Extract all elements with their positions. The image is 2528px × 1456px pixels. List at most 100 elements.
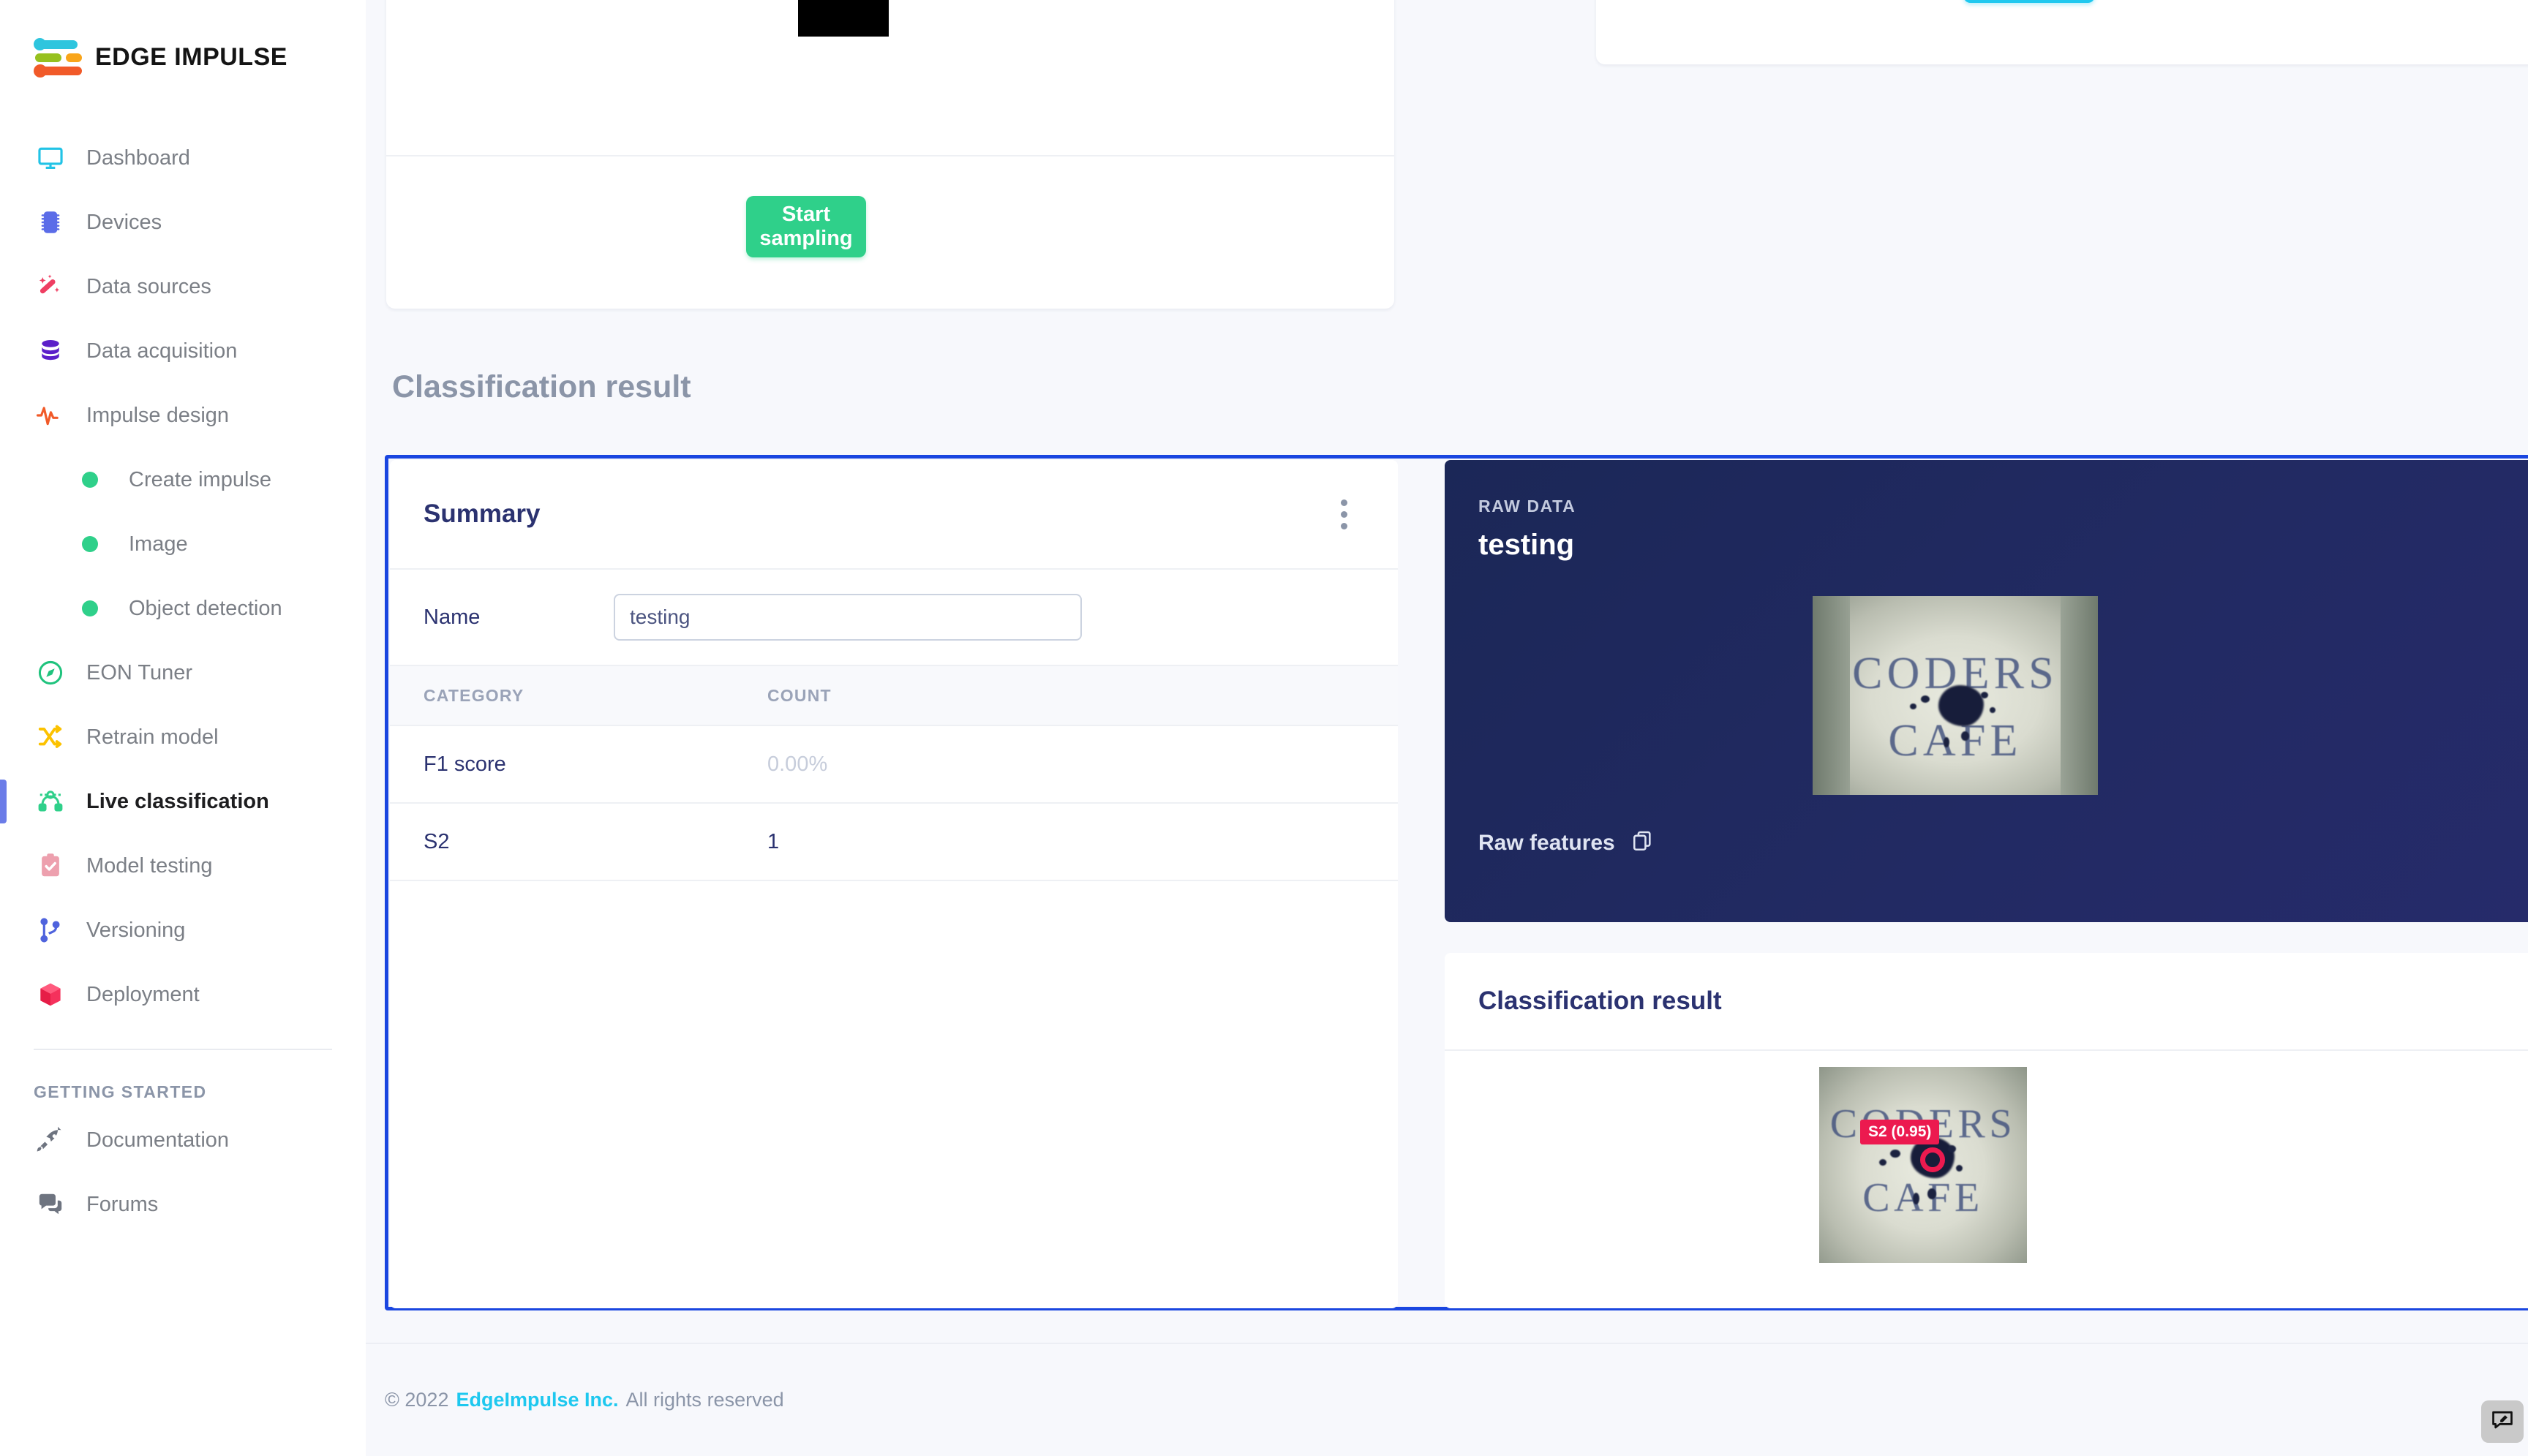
sidebar-subitem-create-impulse[interactable]: Create impulse xyxy=(0,448,366,512)
sidebar-subitem-image[interactable]: Image xyxy=(0,512,366,576)
sidebar-item-label: Forums xyxy=(86,1192,159,1216)
status-dot-icon xyxy=(82,472,98,488)
sidebar-item-model-testing[interactable]: Model testing xyxy=(0,834,366,898)
sidebar-item-label: Model testing xyxy=(86,853,213,878)
compass-icon xyxy=(34,659,67,687)
sidebar-item-label: Live classification xyxy=(86,789,269,813)
classification-result-card: Classification result CODERS CAFE xyxy=(1445,953,2528,1308)
sidebar-section-title: GETTING STARTED xyxy=(34,1082,207,1101)
database-icon xyxy=(34,337,67,365)
shuffle-icon xyxy=(34,723,67,751)
sidebar-item-data-sources[interactable]: Data sources xyxy=(0,254,366,319)
sidebar-item-retrain-model[interactable]: Retrain model xyxy=(0,705,366,769)
sidebar-item-impulse-design[interactable]: Impulse design xyxy=(0,383,366,448)
raw-features-link[interactable]: Raw features xyxy=(1478,829,1655,856)
sidebar-item-label: Data acquisition xyxy=(86,339,238,363)
nodes-icon xyxy=(34,788,67,815)
sampling-card: Start sampling xyxy=(386,0,1394,309)
detection-marker-icon xyxy=(1920,1147,1945,1172)
table-row: S2 1 xyxy=(390,804,1398,880)
page-title: Classification result xyxy=(392,369,691,404)
sidebar-subitem-label: Image xyxy=(129,532,188,556)
card-divider xyxy=(386,155,1394,156)
main-content: Start sampling Classification result Sum… xyxy=(366,0,2528,1456)
sidebar-divider xyxy=(34,1049,332,1050)
column-header-category: CATEGORY xyxy=(424,685,524,705)
sign-text-line2: CAFE xyxy=(1862,1175,1984,1221)
summary-header: Summary xyxy=(390,460,1398,568)
box-icon xyxy=(34,981,67,1008)
sidebar-subitem-label: Object detection xyxy=(129,596,282,620)
sidebar-item-label: EON Tuner xyxy=(86,660,193,684)
sidebar-item-label: Impulse design xyxy=(86,403,230,427)
name-input[interactable] xyxy=(614,594,1082,641)
divider xyxy=(390,880,1398,881)
feedback-button[interactable] xyxy=(2481,1400,2524,1443)
sidebar-item-label: Data sources xyxy=(86,274,211,298)
result-right-column: RAW DATA testing CODERS CAFE Raw feature… xyxy=(1445,460,2528,1308)
chat-icon xyxy=(34,1191,67,1218)
row-category: F1 score xyxy=(424,752,506,776)
monitor-icon xyxy=(34,144,67,172)
footer-rights: All rights reserved xyxy=(625,1389,784,1411)
app-root: EDGE IMPULSE Dashboard Devices Data sour… xyxy=(0,0,2528,1456)
raw-features-label: Raw features xyxy=(1478,830,1615,855)
sidebar: EDGE IMPULSE Dashboard Devices Data sour… xyxy=(0,0,366,1456)
row-count: 1 xyxy=(767,829,780,853)
pulse-icon xyxy=(34,401,67,430)
raw-data-title: testing xyxy=(1478,529,1575,561)
sidebar-item-label: Devices xyxy=(86,210,162,234)
sidebar-item-data-acquisition[interactable]: Data acquisition xyxy=(0,319,366,383)
summary-table-header: CATEGORY COUNT xyxy=(390,666,1398,725)
sidebar-item-documentation[interactable]: Documentation xyxy=(0,1108,366,1172)
brand-logo[interactable]: EDGE IMPULSE xyxy=(0,31,366,83)
status-dot-icon xyxy=(82,600,98,616)
camera-preview xyxy=(798,0,889,37)
chip-icon xyxy=(34,208,67,236)
classification-result-title: Classification result xyxy=(1478,987,1722,1015)
row-category: S2 xyxy=(424,829,450,853)
raw-data-card: RAW DATA testing CODERS CAFE Raw feature… xyxy=(1445,460,2528,922)
classification-result-frame: Summary Name CATEGORY COUNT F1 score 0.0… xyxy=(385,455,2528,1310)
sidebar-item-label: Documentation xyxy=(86,1128,230,1152)
classify-button[interactable] xyxy=(1963,0,2095,3)
footer-brand[interactable]: EdgeImpulse Inc. xyxy=(456,1389,618,1411)
sidebar-item-label: Dashboard xyxy=(86,146,190,170)
name-label: Name xyxy=(424,605,481,629)
sidebar-item-dashboard[interactable]: Dashboard xyxy=(0,126,366,190)
sidebar-item-devices[interactable]: Devices xyxy=(0,190,366,254)
start-sampling-button[interactable]: Start sampling xyxy=(746,196,866,257)
device-card xyxy=(1596,0,2528,64)
sidebar-subitem-object-detection[interactable]: Object detection xyxy=(0,576,366,641)
edge-impulse-logo-icon xyxy=(34,37,83,78)
brand-name: EDGE IMPULSE xyxy=(95,42,287,71)
copy-icon[interactable] xyxy=(1631,829,1655,856)
sidebar-item-label: Versioning xyxy=(86,918,186,942)
status-dot-icon xyxy=(82,536,98,552)
rocket-icon xyxy=(34,1126,67,1154)
summary-title: Summary xyxy=(424,499,541,528)
footer-copyright: © 2022 xyxy=(385,1389,449,1411)
classification-result-header: Classification result xyxy=(1445,953,2528,1049)
more-options-icon[interactable] xyxy=(1328,498,1360,530)
detection-label: S2 (0.95) xyxy=(1860,1120,1940,1144)
sidebar-nav: Dashboard Devices Data sources Data acqu… xyxy=(0,126,366,1237)
sidebar-item-versioning[interactable]: Versioning xyxy=(0,898,366,962)
row-count: 0.00% xyxy=(767,752,828,776)
feedback-pencil-icon xyxy=(2490,1408,2515,1436)
summary-card: Summary Name CATEGORY COUNT F1 score 0.0… xyxy=(390,460,1398,1308)
sidebar-item-forums[interactable]: Forums xyxy=(0,1172,366,1237)
sidebar-item-live-classification[interactable]: Live classification xyxy=(0,769,366,834)
sidebar-subitem-label: Create impulse xyxy=(129,467,272,491)
clipboard-check-icon xyxy=(34,852,67,880)
name-field-row: Name xyxy=(390,570,1398,665)
sidebar-item-eon-tuner[interactable]: EON Tuner xyxy=(0,641,366,705)
raw-data-kicker: RAW DATA xyxy=(1478,497,1576,516)
table-row: F1 score 0.00% xyxy=(390,726,1398,802)
classification-result-body: CODERS CAFE S2 (0.95) xyxy=(1445,1051,2528,1308)
sidebar-item-deployment[interactable]: Deployment xyxy=(0,962,366,1027)
sidebar-item-label: Retrain model xyxy=(86,725,219,749)
footer: © 2022 EdgeImpulse Inc. All rights reser… xyxy=(366,1343,2528,1456)
classified-image: CODERS CAFE S2 (0.95) xyxy=(1819,1067,2027,1263)
raw-data-image: CODERS CAFE xyxy=(1813,596,2098,795)
